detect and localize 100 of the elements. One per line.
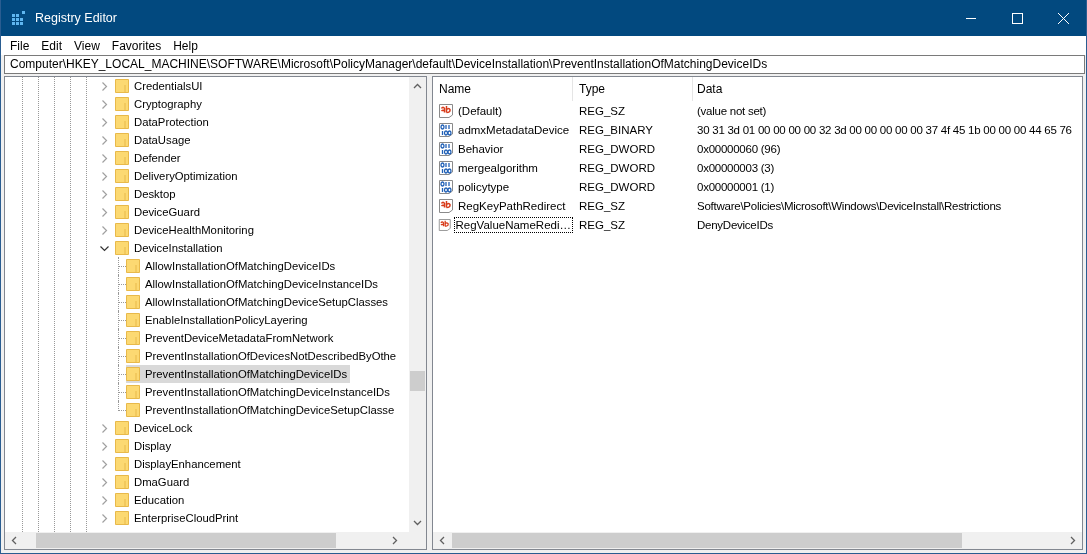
folder-icon [115, 241, 129, 255]
tree-item[interactable]: Cryptography [115, 95, 205, 113]
menu-item[interactable]: File [4, 38, 36, 53]
value-type: REG_DWORD [578, 161, 657, 174]
value-name[interactable]: (Default) [456, 102, 505, 119]
binary-value-icon [438, 159, 454, 176]
chevron-right-icon[interactable] [100, 459, 109, 469]
menu-item[interactable]: Favorites [105, 38, 168, 53]
tree-item[interactable]: PreventDeviceMetadataFromNetwork [126, 329, 337, 347]
close-icon [1057, 12, 1069, 24]
folder-icon [115, 493, 129, 507]
value-data: (value not set) [696, 104, 768, 117]
tree-item[interactable]: AllowInstallationOfMatchingDeviceSetupClasses [126, 293, 391, 311]
vertical-scrollbar[interactable] [409, 77, 426, 532]
menu-item[interactable]: View [68, 38, 106, 53]
chevron-right-icon[interactable] [100, 207, 109, 217]
column-header[interactable]: Name [433, 77, 573, 101]
chevron-right-icon[interactable] [100, 477, 109, 487]
tree-item[interactable]: PreventInstallationOfDevicesNotDescribedByOthe [126, 347, 400, 365]
tree-item[interactable]: DisplayEnhancement [115, 455, 244, 473]
column-header[interactable]: Type [573, 77, 693, 101]
scroll-left-icon[interactable] [11, 536, 17, 545]
tree-item[interactable]: DeliveryOptimization [115, 167, 241, 185]
value-type: REG_BINARY [578, 123, 654, 136]
folder-icon [115, 205, 129, 219]
tree-item[interactable]: AllowInstallationOfMatchingDeviceInstanceIDs [126, 275, 381, 293]
value-type: REG_SZ [578, 218, 626, 231]
tree-item[interactable]: DataProtection [115, 113, 212, 131]
tree-item[interactable]: Display [115, 437, 175, 455]
chevron-right-icon[interactable] [100, 441, 109, 451]
tree-item[interactable]: PreventInstallationOfMatchingDeviceIDs [126, 365, 351, 383]
menu-item[interactable]: Help [167, 38, 204, 53]
folder-icon [115, 151, 129, 165]
scroll-down-icon[interactable] [413, 520, 422, 526]
string-value-icon [438, 102, 454, 119]
chevron-right-icon[interactable] [100, 135, 109, 145]
chevron-right-icon[interactable] [100, 171, 109, 181]
folder-icon [126, 295, 140, 309]
value-type: REG_SZ [578, 104, 626, 117]
scroll-up-icon[interactable] [413, 83, 422, 89]
tree-item[interactable]: DataUsage [115, 131, 194, 149]
value-name[interactable]: mergealgorithm [456, 159, 540, 176]
folder-icon [115, 133, 129, 147]
binary-value-icon [438, 140, 454, 157]
chevron-right-icon[interactable] [100, 225, 109, 235]
app-icon [12, 10, 27, 26]
folder-icon [126, 349, 140, 363]
folder-icon [126, 259, 140, 273]
folder-icon [115, 223, 129, 237]
chevron-right-icon[interactable] [100, 117, 109, 127]
chevron-right-icon[interactable] [100, 513, 109, 523]
value-type: REG_SZ [578, 199, 626, 212]
folder-icon [126, 367, 140, 381]
scroll-right-icon[interactable] [392, 536, 398, 545]
tree-item[interactable]: PreventInstallationOfMatchingDeviceSetupClasse [126, 401, 398, 419]
tree-item[interactable]: AllowInstallationOfMatchingDeviceIDs [126, 257, 339, 275]
scroll-thumb[interactable] [36, 533, 336, 548]
value-data: Software\Policies\Microsoft\Windows\DeviceInstall\Restrictions [696, 199, 1003, 212]
tree-item[interactable]: Education [115, 491, 188, 509]
tree-item[interactable]: CredentialsUI [115, 77, 206, 95]
folder-icon [126, 403, 140, 417]
value-name[interactable]: Behavior [456, 140, 506, 157]
tree-item[interactable]: PreventInstallationOfMatchingDeviceInstanceIDs [126, 383, 393, 401]
value-type: REG_DWORD [578, 180, 657, 193]
maximize-icon [1011, 12, 1023, 24]
value-name[interactable]: policytype [456, 178, 512, 195]
tree-item[interactable]: Desktop [115, 185, 179, 203]
tree-item[interactable]: EnableInstallationPolicyLayering [126, 311, 311, 329]
tree-item[interactable]: DmaGuard [115, 473, 193, 491]
binary-value-icon [438, 121, 454, 138]
tree-item[interactable]: DeviceHealthMonitoring [115, 221, 257, 239]
tree-item[interactable]: DeviceGuard [115, 203, 203, 221]
folder-icon [126, 385, 140, 399]
tree-item[interactable]: DeviceInstallation [115, 239, 226, 257]
string-value-icon [438, 216, 452, 233]
scroll-right-icon[interactable] [1070, 536, 1076, 545]
horizontal-scrollbar[interactable] [433, 532, 1082, 549]
scroll-thumb[interactable] [410, 371, 425, 391]
address-field[interactable]: Computer\HKEY_LOCAL_MACHINE\SOFTWARE\Microsoft\PolicyManager\default\DeviceInstallation\PreventInstallationOfMatchingDeviceIDs [4, 55, 1085, 74]
chevron-right-icon[interactable] [100, 81, 109, 91]
folder-icon [115, 511, 129, 525]
value-name[interactable]: admxMetadataDevice [456, 121, 572, 138]
column-header[interactable]: Data [693, 77, 1082, 101]
chevron-right-icon[interactable] [100, 99, 109, 109]
scroll-left-icon[interactable] [439, 536, 445, 545]
chevron-right-icon[interactable] [100, 495, 109, 505]
tree-item[interactable]: EnterpriseCloudPrint [115, 509, 242, 527]
tree-item[interactable]: DeviceLock [115, 419, 196, 437]
folder-icon [115, 439, 129, 453]
tree-item[interactable]: Defender [115, 149, 184, 167]
value-type: REG_DWORD [578, 142, 657, 155]
chevron-right-icon[interactable] [100, 423, 109, 433]
chevron-right-icon[interactable] [100, 153, 109, 163]
chevron-down-icon[interactable] [100, 243, 109, 253]
scroll-thumb[interactable] [452, 533, 962, 548]
value-name[interactable]: RegValueNameRedi… [453, 216, 573, 233]
menu-item[interactable]: Edit [35, 38, 69, 53]
value-name[interactable]: RegKeyPathRedirect [456, 197, 568, 214]
chevron-right-icon[interactable] [100, 189, 109, 199]
folder-icon [115, 169, 129, 183]
